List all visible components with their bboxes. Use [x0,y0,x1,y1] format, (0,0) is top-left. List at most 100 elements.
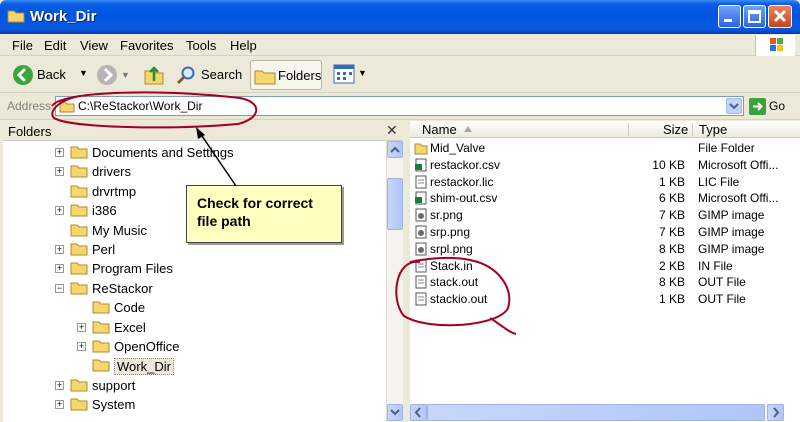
expand-icon[interactable]: + [55,264,64,274]
file-row[interactable]: Stack.in 2 KB IN File [410,258,800,275]
minimize-icon [724,19,732,22]
file-row[interactable]: srpl.png 8 KB GIMP image [410,241,800,258]
expand-icon[interactable]: + [55,148,64,157]
file-size: 1 KB [658,292,685,307]
chevron-down-icon[interactable]: ▼ [79,68,88,78]
tree-item[interactable]: + support [3,377,383,396]
file-name: srp.png [430,225,471,239]
windows-logo-icon [755,35,795,56]
views-button[interactable]: ▼ [332,63,370,87]
folders-button[interactable]: Folders [250,60,322,90]
vertical-scrollbar[interactable] [386,141,403,422]
folders-pane-title: Folders [8,124,52,139]
scroll-down-button[interactable] [387,404,403,421]
menu-edit[interactable]: Edit [44,38,66,53]
tree-item[interactable]: + Program Files [3,260,383,279]
search-button[interactable]: Search [174,62,246,88]
menu-view[interactable]: View [80,38,108,53]
file-type: GIMP image [698,208,765,223]
tree-item[interactable]: − ReStackor [3,280,383,299]
expand-icon[interactable]: + [55,206,64,216]
expand-icon[interactable]: + [55,167,64,177]
expand-icon[interactable]: + [55,380,64,390]
column-divider[interactable] [692,123,693,136]
tree-item[interactable]: + drivers [3,163,383,182]
tree-item[interactable]: + System [3,396,383,415]
scroll-thumb[interactable] [387,178,403,230]
file-row[interactable]: restackor.lic 1 KB LIC File [410,174,800,191]
horizontal-scrollbar[interactable] [410,404,784,421]
maximize-button[interactable] [743,5,766,28]
minimize-button[interactable] [718,5,741,28]
expand-icon[interactable]: + [77,322,86,332]
menu-favorites[interactable]: Favorites [120,38,173,53]
address-bar: Address C:\ReStackor\Work_Dir Go [0,93,800,120]
csv-icon [415,191,427,205]
tree-item[interactable]: + Perl [3,241,383,260]
file-row[interactable]: restackor.csv 10 KB Microsoft Offi... [410,157,800,174]
tree-item-label: System [92,397,136,413]
column-divider[interactable] [628,123,629,136]
tree-item[interactable]: + OpenOffice [3,338,383,357]
address-dropdown-button[interactable] [726,98,742,114]
file-type: LIC File [698,174,740,189]
folder-icon [70,165,88,178]
expand-icon[interactable]: + [77,342,86,351]
tree-item-label: Excel [114,319,146,335]
chevron-down-icon [729,103,739,110]
file-row[interactable]: sr.png 7 KB GIMP image [410,207,800,224]
tree-item-label: Work_Dir [114,358,174,376]
menu-bar: File Edit View Favorites Tools Help [0,34,800,56]
tree-item[interactable]: + Excel [3,319,383,338]
go-button[interactable]: Go [747,97,791,116]
back-arrow-icon [13,65,33,85]
file-row[interactable]: Mid_Valve File Folder [410,140,800,157]
tree-item[interactable]: Work_Dir [3,357,383,376]
image-icon [415,208,427,222]
scroll-thumb[interactable] [427,404,765,421]
file-row[interactable]: stackio.out 1 KB OUT File [410,291,800,308]
close-icon[interactable]: ✕ [386,122,398,139]
back-button[interactable]: Back ▼ [9,62,93,88]
scroll-left-button[interactable] [410,404,427,421]
address-path: C:\ReStackor\Work_Dir [78,99,203,113]
close-button[interactable] [768,5,792,28]
folder-icon [70,204,88,217]
tree-item-label: OpenOffice [114,339,180,354]
tree-item[interactable]: Code [3,299,383,318]
file-name: Mid_Valve [430,141,486,155]
file-row[interactable]: stack.out 8 KB OUT File [410,274,800,291]
tree-item[interactable]: + Documents and Settings [3,144,383,163]
menu-help[interactable]: Help [230,38,257,53]
tree-item-label: My Music [92,222,147,238]
address-input[interactable]: C:\ReStackor\Work_Dir [55,96,744,116]
expand-icon[interactable]: + [55,400,64,410]
file-row[interactable]: shim-out.csv 6 KB Microsoft Offi... [410,190,800,207]
collapse-icon[interactable]: − [55,283,64,293]
tree-item-label: support [92,377,136,393]
search-icon [176,66,195,85]
scroll-up-button[interactable] [387,141,403,158]
chevron-down-icon[interactable]: ▼ [358,68,367,78]
scroll-right-button[interactable] [767,404,784,421]
menu-file[interactable]: File [12,38,33,53]
folder-icon [70,262,88,275]
search-label: Search [201,67,243,82]
explorer-window: Work_Dir File Edit View Favorites Tools … [0,0,800,422]
file-size: 8 KB [658,241,685,256]
column-size-header[interactable]: Size [663,122,688,137]
column-type-header[interactable]: Type [699,122,727,137]
menu-tools[interactable]: Tools [186,38,216,53]
file-type: File Folder [698,141,755,155]
expand-icon[interactable]: + [55,245,64,254]
title-bar[interactable]: Work_Dir [0,0,800,34]
file-name: shim-out.csv [430,191,498,206]
file-icon [415,259,427,273]
file-size: 10 KB [652,157,685,172]
chevron-down-icon[interactable]: ▼ [121,70,130,80]
up-folder-icon[interactable] [142,63,166,87]
file-row[interactable]: srp.png 7 KB GIMP image [410,224,800,241]
column-name-header[interactable]: Name [422,122,457,137]
forward-arrow-icon[interactable] [96,64,118,86]
callout-line-2: file path [197,213,251,229]
